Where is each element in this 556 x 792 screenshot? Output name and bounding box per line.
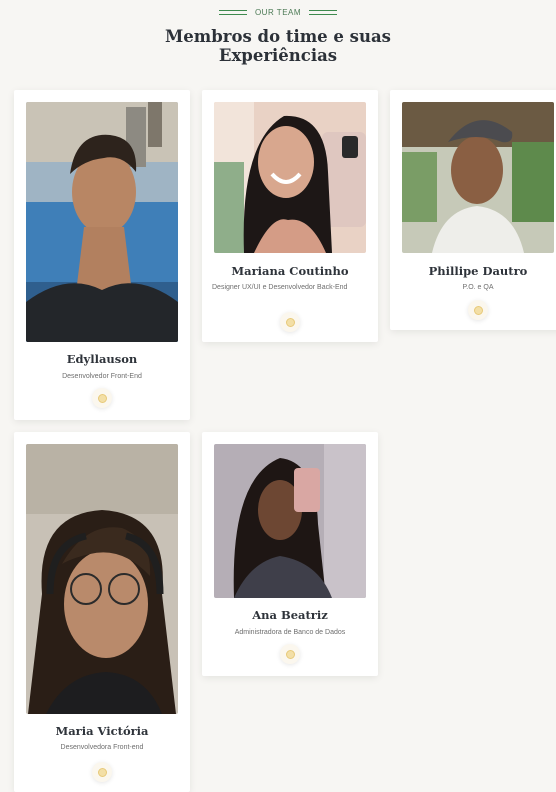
team-card-ana-beatriz: Ana Beatriz Administradora de Banco de D… [202,432,378,676]
section-title: Membros do time e suas Experiências [0,27,556,65]
member-name: Edyllauson [66,352,138,366]
member-photo [26,444,178,714]
social-icon [285,317,295,327]
social-icon [473,305,483,315]
member-role: Designer UX/UI e Desenvolvedor Back-End [212,284,348,291]
social-icon [97,393,107,403]
team-card-maria-victoria: Maria Victória Desenvolvedora Front-end [14,432,190,792]
eyebrow-label: OUR TEAM [254,8,302,17]
section-eyebrow: OUR TEAM [0,8,556,17]
section-title-line1: Membros do time e suas [165,27,391,46]
social-link-button[interactable] [468,300,488,320]
member-name: Mariana Coutinho [231,264,349,278]
eyebrow-left-line [218,10,247,15]
member-role: P.O. e QA [462,284,494,291]
member-photo [214,102,366,253]
social-link-button[interactable] [280,312,300,332]
member-photo [214,444,366,598]
social-icon [285,649,295,659]
social-link-button[interactable] [92,388,112,408]
social-icon [97,767,107,777]
section-title-line2: Experiências [218,46,338,65]
social-link-button[interactable] [280,644,300,664]
team-card-edyllauson: Edyllauson Desenvolvedor Front-End [14,90,190,420]
eyebrow-right-line [309,10,338,15]
member-photo [402,102,554,253]
member-name: Ana Beatriz [252,608,328,622]
member-photo [26,102,178,342]
social-link-button[interactable] [92,762,112,782]
member-name: Maria Victória [55,724,149,738]
member-name: Phillipe Dautro [428,264,528,278]
team-card-phillipe-dautro: Phillipe Dautro P.O. e QA [390,90,556,330]
team-card-mariana-coutinho: Mariana Coutinho Designer UX/UI e Desenv… [202,90,378,342]
member-role: Desenvolvedor Front-End [62,373,142,380]
member-role: Desenvolvedora Front-end [60,744,144,751]
member-role: Administradora de Banco de Dados [234,629,346,636]
